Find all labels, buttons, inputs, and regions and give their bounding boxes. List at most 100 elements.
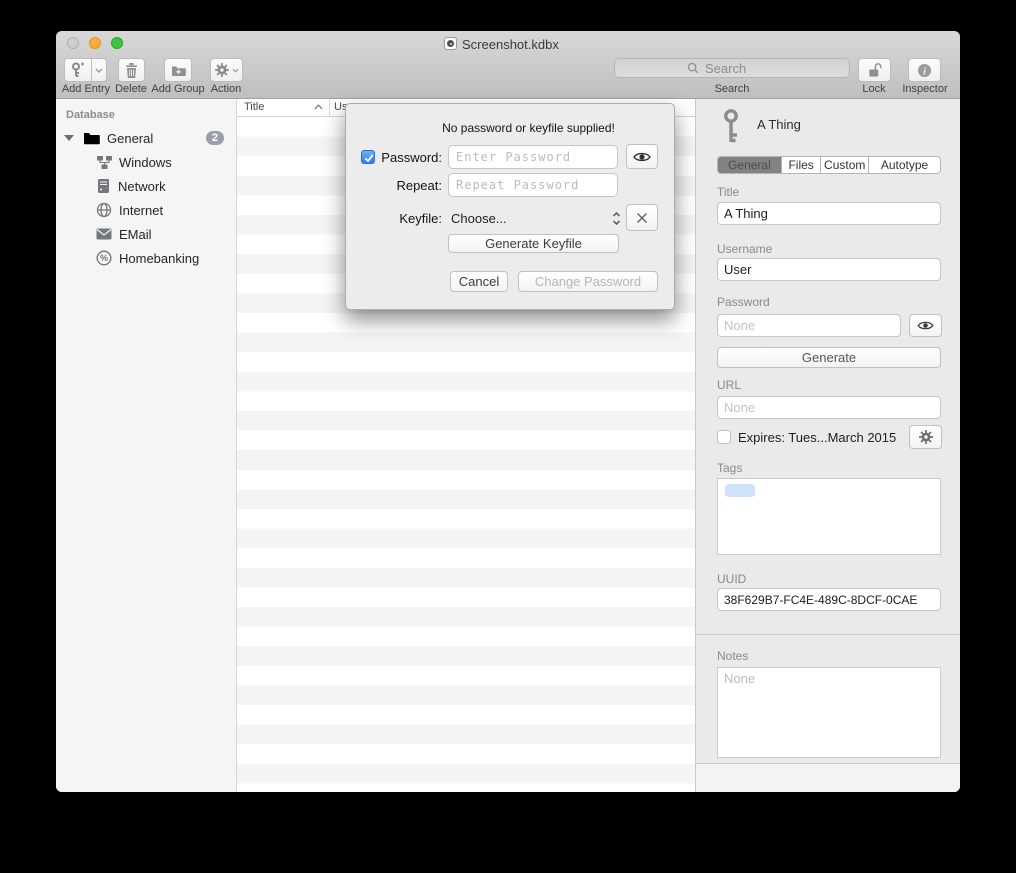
column-divider[interactable] [329, 99, 330, 117]
add-entry-button[interactable] [64, 58, 92, 82]
entry-title: A Thing [757, 117, 801, 132]
title-field-label: Title [717, 185, 739, 199]
action-button[interactable] [210, 58, 243, 82]
tags-box[interactable] [717, 478, 941, 555]
sidebar-item-windows[interactable]: Windows [56, 150, 237, 174]
inspector-footer [696, 764, 960, 792]
column-header-title[interactable]: Title [244, 101, 264, 113]
inspector-label: Inspector [896, 83, 954, 95]
expire-presets-button[interactable] [909, 425, 942, 449]
add-entry-dropdown-button[interactable] [92, 58, 107, 82]
notes-textarea[interactable] [718, 668, 940, 757]
app-window: Screenshot.kdbx Add Entry Dele [56, 31, 960, 792]
dialog-password-input[interactable] [448, 145, 618, 169]
keyfile-popup-value: Choose... [451, 211, 612, 226]
show-password-button[interactable] [909, 314, 942, 337]
server-icon [97, 178, 110, 194]
close-window-button[interactable] [67, 37, 79, 49]
trash-icon [125, 63, 138, 78]
action-label: Action [206, 83, 246, 95]
clear-keyfile-button[interactable] [626, 204, 658, 231]
dialog-keyfile-label: Keyfile: [346, 211, 442, 226]
sidebar-item-label: Homebanking [119, 251, 199, 266]
sidebar-item-homebanking[interactable]: % Homebanking [56, 246, 237, 270]
dialog-password-label: Password: [346, 150, 442, 165]
uuid-input[interactable] [717, 588, 941, 611]
unlock-icon [867, 62, 882, 78]
sort-ascending-icon [314, 104, 323, 110]
eye-icon [917, 320, 934, 331]
url-field-label: URL [717, 378, 741, 392]
generate-keyfile-label: Generate Keyfile [485, 236, 582, 251]
titlebar-toolbar: Screenshot.kdbx Add Entry Dele [56, 31, 960, 99]
updown-chevrons-icon [612, 212, 621, 225]
title-input[interactable] [717, 202, 941, 225]
expires-label: Expires: Tues...March 2015 [738, 430, 896, 445]
search-icon [687, 62, 699, 74]
cancel-button[interactable]: Cancel [450, 271, 508, 292]
username-field-label: Username [717, 242, 772, 256]
notes-box [717, 667, 941, 758]
key-icon [722, 109, 740, 145]
inspector-button[interactable]: i [908, 58, 941, 82]
sidebar-header: Database [66, 109, 115, 121]
svg-text:i: i [923, 66, 926, 77]
dialog-message: No password or keyfile supplied! [346, 121, 641, 135]
lock-button[interactable] [858, 58, 891, 82]
sidebar-item-label: Windows [119, 155, 172, 170]
sidebar-item-label: Network [118, 179, 166, 194]
url-input[interactable] [717, 396, 941, 419]
sidebar-group-general[interactable]: General 2 [56, 126, 237, 150]
group-count-badge: 2 [206, 131, 224, 145]
delete-button[interactable] [118, 58, 145, 82]
minimize-window-button[interactable] [89, 37, 101, 49]
tab-files[interactable]: Files [782, 157, 822, 173]
add-group-button[interactable] [164, 58, 192, 82]
uuid-field-label: UUID [717, 572, 746, 586]
gear-icon [919, 430, 933, 444]
search-field[interactable] [614, 58, 850, 78]
sidebar: Database General 2 Windows Net [56, 99, 237, 792]
key-plus-icon [71, 62, 85, 78]
dialog-show-password-button[interactable] [626, 144, 658, 169]
eye-icon [633, 151, 651, 163]
zoom-window-button[interactable] [111, 37, 123, 49]
folder-plus-icon [171, 64, 186, 77]
svg-text:%: % [100, 253, 108, 263]
sidebar-item-label: EMail [119, 227, 152, 242]
gear-icon [215, 63, 229, 77]
change-password-dialog: No password or keyfile supplied! Passwor… [345, 103, 675, 310]
x-icon [636, 212, 648, 224]
search-label: Search [696, 83, 768, 95]
sidebar-item-internet[interactable]: Internet [56, 198, 237, 222]
change-password-button[interactable]: Change Password [518, 271, 658, 292]
tab-custom[interactable]: Custom [821, 157, 869, 173]
password-field-label: Password [717, 295, 770, 309]
keyfile-popup-button[interactable]: Choose... [451, 206, 621, 230]
generate-password-button[interactable]: Generate [717, 347, 941, 368]
chevron-down-icon [232, 68, 239, 73]
dialog-repeat-input[interactable] [448, 173, 618, 197]
info-icon: i [917, 63, 932, 78]
windows-network-icon [96, 155, 113, 170]
generate-button-label: Generate [802, 350, 856, 365]
sidebar-item-network[interactable]: Network [56, 174, 237, 198]
password-input[interactable] [717, 314, 901, 337]
username-input[interactable] [717, 258, 941, 281]
notes-field-label: Notes [717, 649, 748, 663]
change-password-button-label: Change Password [535, 274, 641, 289]
tab-autotype[interactable]: Autotype [869, 157, 940, 173]
expires-checkbox[interactable] [717, 430, 731, 444]
document-icon [444, 37, 457, 50]
sidebar-item-label: Internet [119, 203, 163, 218]
dialog-repeat-label: Repeat: [346, 178, 442, 193]
search-input[interactable] [703, 60, 883, 77]
generate-keyfile-button[interactable]: Generate Keyfile [448, 234, 619, 253]
tab-general[interactable]: General [718, 157, 782, 173]
folder-icon [83, 131, 100, 145]
delete-label: Delete [111, 83, 151, 95]
sidebar-item-email[interactable]: EMail [56, 222, 237, 246]
tag-token[interactable] [725, 484, 755, 497]
disclosure-triangle-icon[interactable] [64, 135, 74, 141]
window-title: Screenshot.kdbx [462, 37, 559, 52]
